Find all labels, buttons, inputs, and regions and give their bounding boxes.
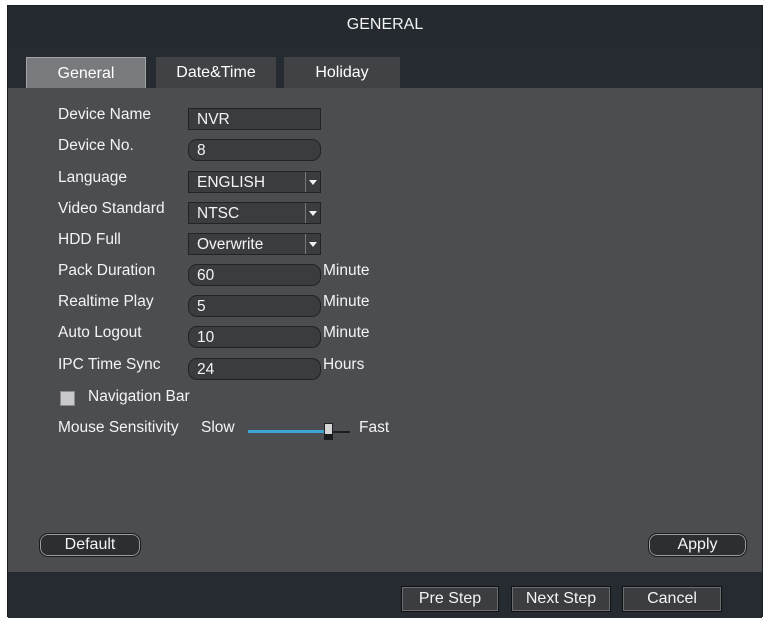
- footer-bar: Pre Step Next Step Cancel: [8, 572, 762, 618]
- auto-logout-label: Auto Logout: [58, 324, 142, 341]
- language-select[interactable]: ENGLISH: [188, 171, 321, 193]
- pack-duration-label: Pack Duration: [58, 262, 156, 279]
- tab-general[interactable]: General: [26, 57, 146, 90]
- mouse-sensitivity-label: Mouse Sensitivity: [58, 419, 179, 436]
- chevron-down-icon[interactable]: [305, 172, 320, 192]
- pre-step-button[interactable]: Pre Step: [401, 586, 499, 612]
- slider-max-label: Fast: [359, 419, 390, 436]
- tab-date-time[interactable]: Date&Time: [156, 57, 276, 90]
- navigation-bar-label: Navigation Bar: [88, 388, 190, 405]
- hdd-full-select[interactable]: Overwrite: [188, 233, 321, 255]
- auto-logout-input[interactable]: 10: [188, 326, 321, 348]
- navigation-bar-checkbox[interactable]: [60, 391, 75, 406]
- chevron-down-icon[interactable]: [305, 203, 320, 223]
- device-no-label: Device No.: [58, 137, 134, 154]
- settings-panel: Device Name NVR Device No. 8 Language EN…: [8, 88, 762, 572]
- slider-track: [333, 431, 350, 433]
- slider-min-label: Slow: [201, 419, 235, 436]
- ipc-time-sync-input[interactable]: 24: [188, 358, 321, 380]
- realtime-play-label: Realtime Play: [58, 293, 154, 310]
- pack-duration-unit: Minute: [323, 262, 370, 279]
- next-step-button[interactable]: Next Step: [511, 586, 611, 612]
- language-value: ENGLISH: [197, 174, 266, 191]
- window-title: GENERAL: [8, 6, 762, 44]
- video-standard-select[interactable]: NTSC: [188, 202, 321, 224]
- slider-fill: [248, 430, 324, 433]
- hdd-full-label: HDD Full: [58, 231, 121, 248]
- apply-button[interactable]: Apply: [648, 533, 747, 557]
- auto-logout-unit: Minute: [323, 324, 370, 341]
- realtime-play-unit: Minute: [323, 293, 370, 310]
- device-name-input[interactable]: NVR: [188, 108, 321, 130]
- slider-thumb[interactable]: [324, 423, 333, 440]
- video-standard-label: Video Standard: [58, 200, 165, 217]
- ipc-time-sync-label: IPC Time Sync: [58, 356, 161, 373]
- default-button[interactable]: Default: [39, 533, 141, 557]
- realtime-play-input[interactable]: 5: [188, 295, 321, 317]
- ipc-time-sync-unit: Hours: [323, 356, 365, 373]
- chevron-down-icon[interactable]: [305, 234, 320, 254]
- general-settings-window: GENERAL General Date&Time Holiday Device…: [7, 5, 763, 618]
- mouse-sensitivity-slider[interactable]: [248, 423, 350, 440]
- tab-holiday[interactable]: Holiday: [284, 57, 400, 90]
- device-no-input[interactable]: 8: [188, 139, 321, 161]
- pack-duration-input[interactable]: 60: [188, 264, 321, 286]
- hdd-full-value: Overwrite: [197, 236, 264, 253]
- video-standard-value: NTSC: [197, 205, 240, 222]
- language-label: Language: [58, 169, 127, 186]
- cancel-button[interactable]: Cancel: [622, 586, 722, 612]
- device-name-label: Device Name: [58, 106, 152, 123]
